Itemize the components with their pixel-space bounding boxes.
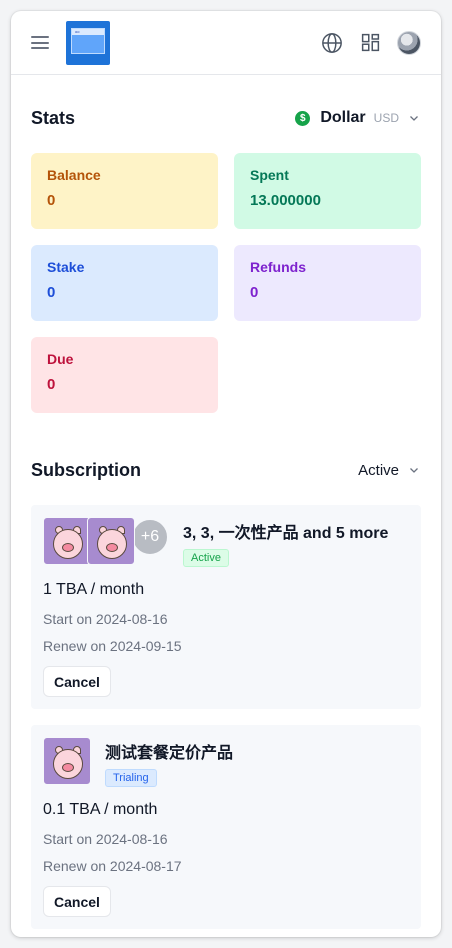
stat-value: 13.000000 — [250, 192, 321, 209]
subscription-name: 测试套餐定价产品 — [105, 745, 234, 762]
product-image — [43, 517, 91, 565]
stat-label: Refunds — [250, 259, 306, 275]
chevron-down-icon — [407, 111, 421, 125]
stat-label: Stake — [47, 259, 85, 275]
stat-label: Balance — [47, 167, 101, 183]
subscription-price: 1 TBA / month — [43, 581, 145, 598]
stats-title: Stats — [31, 107, 76, 128]
subscription-renew-date: Renew on 2024-08-17 — [43, 858, 182, 874]
app-frame: oo Stats $ Dollar USD Balance 0 Spent 13… — [11, 11, 441, 937]
grid-icon[interactable] — [359, 32, 381, 54]
subscription-name: 3, 3, 一次性产品 and 5 more — [183, 525, 389, 542]
user-avatar[interactable] — [397, 30, 421, 55]
stat-card-refunds: Refunds 0 — [234, 245, 421, 321]
top-bar: oo — [11, 11, 441, 75]
stat-label: Due — [47, 351, 74, 367]
subscription-price: 0.1 TBA / month — [43, 801, 158, 818]
stat-value: 0 — [47, 284, 56, 301]
product-image — [87, 517, 135, 565]
currency-code: USD — [373, 111, 399, 125]
main-content: Stats $ Dollar USD Balance 0 Spent 13.00… — [11, 98, 441, 929]
subscription-info: 测试套餐定价产品 Trialing — [105, 739, 233, 787]
stat-card-due: Due 0 — [31, 337, 218, 413]
subscription-title: Subscription — [31, 459, 142, 480]
product-thumbnails: +6 — [43, 517, 169, 565]
status-badge: Trialing — [105, 769, 157, 787]
globe-icon[interactable] — [321, 32, 343, 54]
subscription-start-date: Start on 2024-08-16 — [43, 831, 168, 847]
currency-name: Dollar — [320, 109, 366, 126]
stat-card-stake: Stake 0 — [31, 245, 218, 321]
subscription-header: Subscription Active — [31, 450, 421, 490]
currency-selector[interactable]: $ Dollar USD — [295, 109, 421, 127]
status-filter-dropdown[interactable]: Active — [358, 462, 421, 479]
app-logo-icon[interactable]: oo — [66, 20, 110, 65]
stat-card-spent: Spent 13.000000 — [234, 153, 421, 229]
stat-value: 0 — [47, 376, 56, 393]
subscription-card-header: 测试套餐定价产品 Trialing — [43, 737, 409, 787]
dollar-icon: $ — [295, 110, 311, 126]
stat-label: Spent — [250, 167, 289, 183]
stat-card-balance: Balance 0 — [31, 153, 218, 229]
hamburger-icon[interactable] — [31, 36, 49, 49]
stat-value: 0 — [47, 192, 56, 209]
more-products-count: +6 — [131, 518, 169, 556]
stat-value: 0 — [250, 284, 259, 301]
subscription-start-date: Start on 2024-08-16 — [43, 611, 168, 627]
stats-header: Stats $ Dollar USD — [31, 98, 421, 138]
status-filter-value: Active — [358, 461, 399, 479]
subscription-card[interactable]: +6 3, 3, 一次性产品 and 5 more Active 1 TBA /… — [31, 505, 421, 709]
product-image — [43, 737, 91, 785]
chevron-down-icon — [407, 463, 421, 477]
subscription-card-header: +6 3, 3, 一次性产品 and 5 more Active — [43, 517, 409, 567]
stats-grid: Balance 0 Spent 13.000000 Stake 0 Refund… — [31, 153, 421, 413]
cancel-button[interactable]: Cancel — [43, 666, 111, 697]
subscription-renew-date: Renew on 2024-09-15 — [43, 638, 182, 654]
subscription-card[interactable]: 测试套餐定价产品 Trialing 0.1 TBA / month Start … — [31, 725, 421, 929]
status-badge: Active — [183, 549, 229, 567]
subscription-info: 3, 3, 一次性产品 and 5 more Active — [183, 519, 388, 567]
cancel-button[interactable]: Cancel — [43, 886, 111, 917]
product-thumbnails — [43, 737, 91, 785]
